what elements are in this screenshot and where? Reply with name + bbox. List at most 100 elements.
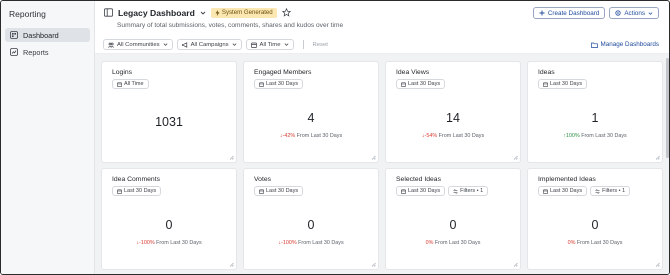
reset-filters-button[interactable]: Reset: [313, 42, 328, 48]
card-value: 0: [165, 218, 173, 232]
calendar-icon: [259, 82, 264, 87]
manage-dashboards-link[interactable]: Manage Dashboards: [590, 41, 659, 48]
card-change: 0% From Last 30 Days: [396, 240, 510, 246]
card-title: Selected Ideas: [396, 176, 441, 183]
main-area: Legacy Dashboard System Generated Summar…: [95, 1, 669, 274]
metric-card-logins[interactable]: Logins All Time 1031: [101, 61, 237, 163]
resize-handle-icon[interactable]: [513, 155, 518, 160]
calendar-icon: [117, 82, 122, 87]
actions-label: Actions: [624, 9, 645, 17]
filters-chip[interactable]: Filters • 1: [590, 186, 631, 196]
chevron-down-icon: [163, 42, 168, 47]
period-label: Last 30 Days: [550, 81, 583, 87]
calendar-icon: [250, 42, 257, 48]
system-generated-badge: System Generated: [210, 7, 277, 18]
chevron-down-icon: [648, 11, 653, 16]
resize-handle-icon[interactable]: [513, 262, 518, 267]
create-dashboard-button[interactable]: Create Dashboard: [532, 7, 606, 19]
sidebar-item-reports[interactable]: Reports: [5, 45, 90, 59]
calendar-icon: [401, 189, 406, 194]
metric-card-idea-views[interactable]: Idea Views Last 30 Days 14 ↓-54% From La…: [385, 61, 521, 163]
card-grid: Logins All Time 1031 Engaged Members Las…: [101, 61, 663, 270]
card-change: ↓-100% From Last 30 Days: [112, 240, 226, 246]
metric-card-engaged-members[interactable]: Engaged Members Last 30 Days 4 ↓-42% Fro…: [243, 61, 379, 163]
change-text: From Last 30 Days: [156, 240, 202, 246]
filters-label: Filters • 1: [602, 188, 626, 194]
resize-handle-icon[interactable]: [655, 155, 660, 160]
star-icon[interactable]: [281, 8, 291, 17]
communities-filter[interactable]: All Communities: [103, 39, 173, 50]
dashboard-title[interactable]: Legacy Dashboard: [118, 8, 195, 18]
plus-icon: [539, 10, 545, 16]
period-chip: Last 30 Days: [396, 186, 446, 196]
chevron-down-icon[interactable]: [200, 10, 206, 16]
badge-label: System Generated: [221, 9, 273, 16]
card-value: 4: [307, 111, 315, 125]
metric-card-implemented-ideas[interactable]: Implemented Ideas Last 30 Days Filters •…: [527, 168, 663, 270]
calendar-icon: [401, 82, 406, 87]
create-dashboard-label: Create Dashboard: [547, 9, 600, 17]
resize-handle-icon[interactable]: [655, 262, 660, 267]
resize-handle-icon[interactable]: [371, 262, 376, 267]
metric-card-ideas[interactable]: Ideas Last 30 Days 1 ↑100% From Last 30 …: [527, 61, 663, 163]
metric-card-votes[interactable]: Votes Last 30 Days 0 ↓-100% From Last 30…: [243, 168, 379, 270]
filter-bar: All Communities All Campaigns All Time R…: [95, 36, 669, 54]
filter-divider: [302, 40, 304, 49]
metric-card-selected-ideas[interactable]: Selected Ideas Last 30 Days Filters • 1 …: [385, 168, 521, 270]
campaigns-filter[interactable]: All Campaigns: [176, 39, 242, 50]
sidebar-item-dashboard[interactable]: Dashboard: [5, 28, 90, 42]
metric-card-idea-comments[interactable]: Idea Comments Last 30 Days 0 ↓-100% From…: [101, 168, 237, 270]
campaigns-filter-label: All Campaigns: [190, 41, 229, 48]
calendar-icon: [117, 189, 122, 194]
resize-handle-icon[interactable]: [229, 155, 234, 160]
filter-sliders-icon: [453, 188, 458, 194]
scrollbar[interactable]: [665, 56, 669, 274]
card-title: Implemented Ideas: [538, 176, 596, 183]
card-title: Engaged Members: [254, 69, 312, 76]
sidebar-item-label: Dashboard: [23, 30, 59, 40]
card-title: Idea Comments: [112, 176, 160, 183]
card-value: 1: [591, 111, 599, 125]
card-change: ↓-100% From Last 30 Days: [254, 240, 368, 246]
dashboard-header: Legacy Dashboard System Generated Summar…: [95, 1, 669, 36]
gear-icon: [615, 10, 621, 16]
calendar-icon: [543, 82, 548, 87]
filters-chip[interactable]: Filters • 1: [448, 186, 489, 196]
scroll-thumb[interactable]: [666, 58, 669, 158]
filters-label: Filters • 1: [460, 188, 484, 194]
period-chip: Last 30 Days: [254, 79, 304, 89]
calendar-icon: [543, 189, 548, 194]
change-text: From Last 30 Days: [434, 240, 481, 246]
folder-icon: [590, 42, 598, 48]
period-chip: Last 30 Days: [538, 186, 588, 196]
dashboard-subtitle: Summary of total submissions, votes, com…: [117, 22, 344, 29]
resize-handle-icon[interactable]: [371, 155, 376, 160]
card-title: Logins: [112, 69, 133, 76]
card-value: 0: [449, 218, 457, 232]
period-label: Last 30 Days: [124, 188, 157, 194]
chevron-down-icon: [232, 42, 237, 47]
card-value: 1031: [155, 115, 183, 129]
change-text: From Last 30 Days: [581, 133, 627, 139]
sidebar-toggle-icon[interactable]: [104, 8, 113, 17]
manage-dashboards-label: Manage Dashboards: [600, 41, 659, 48]
card-change: ↓-42% From Last 30 Days: [254, 133, 368, 139]
card-value: 0: [591, 218, 599, 232]
period-label: Last 30 Days: [550, 188, 583, 194]
actions-button[interactable]: Actions: [609, 7, 659, 19]
change-text: From Last 30 Days: [298, 240, 344, 246]
card-value: 14: [446, 111, 460, 125]
filter-sliders-icon: [595, 188, 600, 194]
change-text: From Last 30 Days: [296, 133, 343, 139]
period-chip: Last 30 Days: [396, 79, 446, 89]
period-label: All Time: [124, 81, 144, 87]
megaphone-icon: [181, 41, 188, 48]
change-percent: -54%: [424, 133, 438, 139]
change-percent: 0%: [425, 240, 434, 246]
time-filter[interactable]: All Time: [245, 39, 294, 50]
resize-handle-icon[interactable]: [229, 262, 234, 267]
change-percent: 100%: [565, 133, 580, 139]
community-icon: [108, 42, 114, 48]
period-label: Last 30 Days: [266, 81, 299, 87]
change-percent: -42%: [282, 133, 296, 139]
